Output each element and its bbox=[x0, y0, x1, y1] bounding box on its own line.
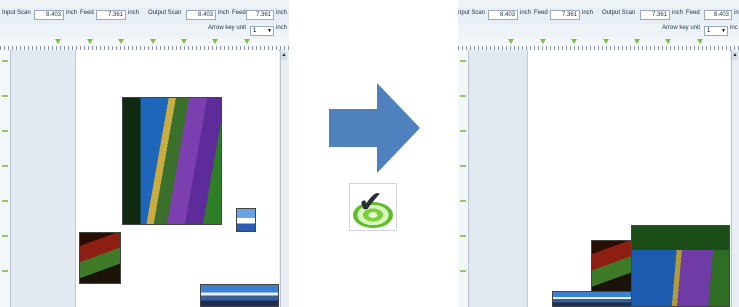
toolbar: nput Scan 8.403 inch Feed 7.361 inch Out… bbox=[458, 8, 739, 24]
unit-label: inch bbox=[582, 10, 594, 16]
ruler-tick bbox=[460, 235, 466, 237]
chevron-down-icon: ▼ bbox=[721, 28, 726, 34]
scroll-up-icon[interactable]: ▲ bbox=[281, 52, 287, 60]
scrollbar[interactable] bbox=[280, 50, 289, 307]
unit-label: inc bbox=[734, 10, 739, 16]
ruler-marker-icon bbox=[603, 39, 609, 44]
scroll-up-icon[interactable]: ▲ bbox=[732, 52, 738, 60]
output-scan-label: Output Scan bbox=[148, 10, 182, 16]
ruler-tick bbox=[2, 130, 8, 132]
photo-mountain[interactable] bbox=[200, 284, 279, 307]
feed-label: Feed bbox=[232, 10, 246, 16]
photo-portrait[interactable] bbox=[79, 232, 121, 284]
check-target-icon: ✔ bbox=[349, 183, 397, 231]
ruler-tick bbox=[2, 95, 8, 97]
toolbar: Input Scan 8.403 inch Feed 7.361 inch Ou… bbox=[0, 8, 289, 24]
ruler-marker-icon bbox=[634, 39, 640, 44]
vertical-ruler bbox=[0, 50, 11, 307]
arrow-key-row: Arrow key unit bbox=[208, 25, 246, 37]
arrow-key-row: Arrow key unit bbox=[662, 25, 700, 37]
arrow-key-unit: inch bbox=[276, 25, 288, 31]
ruler-tick bbox=[460, 130, 466, 132]
ruler-tick bbox=[2, 165, 8, 167]
input-scan-field[interactable]: 8.403 bbox=[34, 10, 64, 20]
feed-field[interactable]: 8.403 bbox=[704, 10, 732, 20]
unit-label: inch bbox=[672, 10, 684, 16]
ruler-marker-icon bbox=[508, 39, 514, 44]
checkmark-icon: ✔ bbox=[358, 185, 384, 220]
unit-label: inch bbox=[128, 10, 140, 16]
ruler-marker-icon bbox=[571, 39, 577, 44]
ruler-marker-icon bbox=[181, 39, 187, 44]
arrow-key-label: Arrow key unit bbox=[208, 25, 247, 31]
ruler-tick bbox=[460, 95, 466, 97]
photo-mountain[interactable] bbox=[552, 291, 632, 307]
output-scan-field[interactable]: 7.361 bbox=[640, 10, 670, 20]
chevron-down-icon: ▼ bbox=[267, 28, 272, 34]
ruler-tick bbox=[460, 165, 466, 167]
page-gutter bbox=[11, 50, 76, 307]
arrow-key-value: 1 bbox=[253, 28, 257, 34]
ruler-marker-icon bbox=[697, 39, 703, 44]
ruler-tick bbox=[460, 270, 466, 272]
feed-label: Feed bbox=[534, 10, 548, 16]
input-scan-field[interactable]: 8.403 bbox=[488, 10, 518, 20]
arrow-key-unit: inc bbox=[730, 25, 738, 31]
ruler-marker-icon bbox=[87, 39, 93, 44]
input-scan-label: Input Scan bbox=[2, 10, 31, 16]
ruler-marker-icon bbox=[118, 39, 124, 44]
arrow-right-icon bbox=[377, 83, 420, 173]
arrow-key-value: 1 bbox=[707, 28, 711, 34]
print-page[interactable] bbox=[76, 50, 279, 307]
ruler-marker-icon bbox=[244, 39, 250, 44]
ruler-marker-icon bbox=[540, 39, 546, 44]
vertical-ruler bbox=[458, 50, 469, 307]
feed-field[interactable]: 7.361 bbox=[550, 10, 580, 20]
unit-label: inch bbox=[218, 10, 230, 16]
arrow-right-icon bbox=[329, 109, 377, 147]
output-scan-label: Output Scan bbox=[602, 10, 636, 16]
feed-label: Feed bbox=[80, 10, 94, 16]
photo-landscape[interactable] bbox=[631, 225, 730, 307]
arrow-key-select[interactable]: 1 ▼ bbox=[250, 26, 274, 36]
photo-portrait[interactable] bbox=[591, 240, 635, 292]
ruler-tick bbox=[2, 60, 8, 62]
arrow-key-select[interactable]: 1 ▼ bbox=[704, 26, 728, 36]
unit-label: inch bbox=[276, 10, 288, 16]
before-panel: Input Scan 8.403 inch Feed 7.361 inch Ou… bbox=[0, 0, 289, 307]
ruler-marker-icon bbox=[55, 39, 61, 44]
feed-label: Feed bbox=[686, 10, 700, 16]
print-page[interactable] bbox=[528, 50, 730, 307]
input-scan-label: nput Scan bbox=[458, 10, 486, 16]
ruler-tick bbox=[2, 270, 8, 272]
unit-label: inch bbox=[66, 10, 78, 16]
photo-landscape[interactable] bbox=[122, 97, 222, 225]
ruler-marker-icon bbox=[665, 39, 671, 44]
feed-field[interactable]: 7.361 bbox=[96, 10, 126, 20]
after-panel: nput Scan 8.403 inch Feed 7.361 inch Out… bbox=[458, 0, 739, 307]
ruler-marker-icon bbox=[212, 39, 218, 44]
output-scan-field[interactable]: 8.403 bbox=[186, 10, 216, 20]
photo-snow[interactable] bbox=[236, 208, 256, 232]
page-gutter bbox=[469, 50, 528, 307]
scrollbar[interactable] bbox=[731, 50, 739, 307]
ruler-tick bbox=[460, 60, 466, 62]
ruler-tick bbox=[2, 235, 8, 237]
unit-label: inch bbox=[520, 10, 532, 16]
ruler-tick bbox=[2, 200, 8, 202]
ruler-marker-icon bbox=[150, 39, 156, 44]
arrow-key-label: Arrow key unit bbox=[662, 25, 701, 31]
ruler-tick bbox=[460, 200, 466, 202]
feed-field[interactable]: 7.361 bbox=[246, 10, 274, 20]
